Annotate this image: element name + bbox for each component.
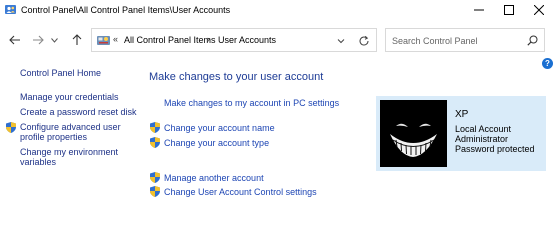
control-panel-home-link[interactable]: Control Panel Home [20,68,101,78]
close-button[interactable] [524,0,554,20]
control-panel-icon [97,36,110,45]
window-title: Control Panel\All Control Panel Items\Us… [21,5,231,15]
address-bar[interactable]: « All Control Panel Items › User Account… [91,28,377,52]
manage-another-account-link[interactable]: Manage another account [164,173,264,183]
change-account-type-link[interactable]: Change your account type [164,138,269,148]
maximize-icon [504,5,514,15]
recent-locations-button[interactable] [49,31,59,49]
grinning-face-picture [380,100,447,167]
uac-settings-link[interactable]: Change User Account Control settings [164,187,317,197]
search-box[interactable] [385,28,545,52]
breadcrumb-separator[interactable]: › [207,34,210,44]
minimize-button[interactable] [464,0,494,20]
forward-button[interactable] [29,31,47,49]
change-account-name-link[interactable]: Change your account name [164,123,275,133]
back-arrow-icon [9,35,20,45]
breadcrumb-all-items[interactable]: All Control Panel Items [124,35,216,45]
recent-dropdown-icon [50,37,58,43]
uac-shield-icon [150,122,160,133]
user-accounts-icon [5,5,16,14]
sidebar-item-environment-variables[interactable]: Change my environment variables [20,147,125,167]
maximize-button[interactable] [494,0,524,20]
account-type: Local Account [455,124,512,134]
back-button[interactable] [6,31,24,49]
password-status: Password protected [455,144,535,154]
breadcrumb-user-accounts[interactable]: User Accounts [218,35,276,45]
avatar [380,100,447,167]
title-bar: Control Panel\All Control Panel Items\Us… [0,0,554,22]
account-card: XP Local Account Administrator Password … [376,96,546,171]
forward-arrow-icon [33,35,44,45]
uac-shield-icon [6,122,16,133]
uac-shield-icon [150,172,160,183]
pc-settings-link[interactable]: Make changes to my account in PC setting… [164,98,339,108]
sidebar-item-password-reset-disk[interactable]: Create a password reset disk [20,107,137,117]
minimize-icon [474,9,484,11]
sidebar-item-advanced-profile[interactable]: Configure advanced user profile properti… [20,122,135,142]
uac-shield-icon [150,137,160,148]
account-name: XP [455,109,469,120]
close-icon [534,5,544,15]
sidebar-item-manage-credentials[interactable]: Manage your credentials [20,92,119,102]
search-input[interactable] [392,34,522,47]
chevron-down-icon[interactable] [336,36,346,46]
up-arrow-icon [72,34,82,45]
page-title: Make changes to your user account [149,71,324,83]
help-icon[interactable]: ? [542,58,553,69]
uac-shield-icon [150,186,160,197]
refresh-icon[interactable] [358,35,370,47]
breadcrumb-overflow[interactable]: « [113,34,118,44]
search-icon[interactable] [527,35,538,46]
navigation-bar: « All Control Panel Items › User Account… [0,22,554,58]
account-role: Administrator [455,134,509,144]
up-button[interactable] [68,31,86,49]
